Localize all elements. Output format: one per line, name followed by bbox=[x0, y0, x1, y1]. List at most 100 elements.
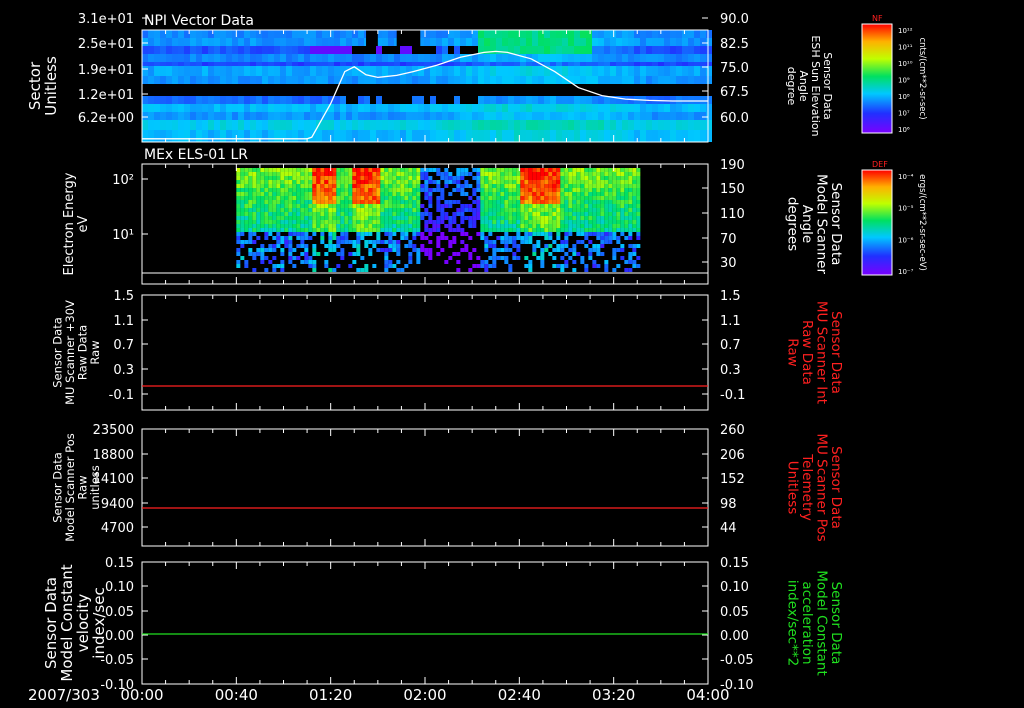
npi-heat-cell bbox=[202, 38, 208, 46]
npi-heat-cell bbox=[652, 38, 658, 46]
els-heat-cell bbox=[296, 200, 301, 204]
els-heat-cell bbox=[588, 168, 593, 172]
els-heat-cell bbox=[592, 192, 597, 196]
els-heat-cell bbox=[592, 204, 597, 208]
npi-heat-cell bbox=[646, 46, 652, 54]
npi-heat-cell bbox=[574, 62, 580, 66]
els-heat-cell bbox=[480, 180, 485, 184]
els-heat-cell bbox=[512, 236, 517, 240]
els-heat-cell bbox=[304, 224, 309, 228]
npi-heat-cell bbox=[256, 120, 262, 130]
els-heat-cell bbox=[544, 188, 549, 192]
npi-heat-cell bbox=[460, 112, 466, 120]
els-heat-cell bbox=[236, 168, 241, 172]
els-heat-cell bbox=[264, 192, 269, 196]
npi-heat-cell bbox=[652, 66, 658, 76]
els-heat-cell bbox=[268, 224, 273, 228]
els-heat-cell bbox=[596, 220, 601, 224]
npi-heat-cell bbox=[286, 38, 292, 46]
npi-heat-cell bbox=[208, 46, 214, 54]
els-heat-cell bbox=[636, 224, 641, 228]
npi-heat-cell bbox=[544, 62, 550, 66]
els-heat-cell bbox=[460, 192, 465, 196]
els-heat-cell bbox=[540, 232, 545, 236]
els-heat-cell bbox=[244, 180, 249, 184]
els-heat-cell bbox=[372, 188, 377, 192]
npi-heat-cell bbox=[448, 104, 454, 112]
npi-heat-cell bbox=[502, 66, 508, 76]
els-heat-cell bbox=[512, 204, 517, 208]
els-heat-cell bbox=[436, 252, 441, 256]
els-heat-cell bbox=[428, 168, 433, 172]
npi-heat-cell bbox=[514, 120, 520, 130]
els-heat-cell bbox=[508, 264, 513, 268]
npi-heat-cell bbox=[646, 30, 652, 38]
els-heat-cell bbox=[396, 200, 401, 204]
els-heat-cell bbox=[336, 192, 341, 196]
els-heat-cell bbox=[348, 264, 353, 268]
els-heat-cell bbox=[500, 180, 505, 184]
npi-heat-cell bbox=[322, 46, 328, 54]
els-heat-cell bbox=[596, 252, 601, 256]
els-heat-cell bbox=[304, 212, 309, 216]
els-heat-cell bbox=[568, 228, 573, 232]
els-heat-cell bbox=[344, 204, 349, 208]
els-heat-cell bbox=[536, 168, 541, 172]
npi-heat-cell bbox=[196, 62, 202, 66]
els-heat-cell bbox=[560, 208, 565, 212]
els-heat-cell bbox=[396, 180, 401, 184]
els-heat-cell bbox=[620, 180, 625, 184]
els-heat-cell bbox=[612, 188, 617, 192]
els-heat-cell bbox=[244, 188, 249, 192]
npi-heat-cell bbox=[160, 38, 166, 46]
els-heat-cell bbox=[528, 200, 533, 204]
els-heat-cell bbox=[496, 204, 501, 208]
npi-heat-cell bbox=[334, 130, 340, 142]
els-heat-cell bbox=[244, 264, 249, 268]
els-heat-cell bbox=[408, 184, 413, 188]
els-heat-cell bbox=[244, 208, 249, 212]
npi-heat-cell bbox=[616, 130, 622, 142]
npi-heat-cell bbox=[202, 62, 208, 66]
els-heat-cell bbox=[352, 188, 357, 192]
els-heat-cell bbox=[280, 196, 285, 200]
npi-heat-cell bbox=[364, 120, 370, 130]
els-heat-cell bbox=[312, 212, 317, 216]
npi-heat-cell bbox=[286, 130, 292, 142]
els-heat-cell bbox=[600, 176, 605, 180]
npi-heat-cell bbox=[196, 76, 202, 84]
els-heat-cell bbox=[424, 184, 429, 188]
els-heat-cell bbox=[568, 180, 573, 184]
els-heat-cell bbox=[260, 260, 265, 264]
els-heat-cell bbox=[384, 220, 389, 224]
els-heat-cell bbox=[384, 256, 389, 260]
els-heat-cell bbox=[556, 192, 561, 196]
els-heat-cell bbox=[532, 224, 537, 228]
els-heat-cell bbox=[532, 220, 537, 224]
els-heat-cell bbox=[280, 248, 285, 252]
npi-heat-cell bbox=[604, 66, 610, 76]
els-heat-cell bbox=[324, 184, 329, 188]
els-heat-cell bbox=[268, 204, 273, 208]
els-heat-cell bbox=[584, 184, 589, 188]
els-heat-cell bbox=[376, 200, 381, 204]
els-heat-cell bbox=[564, 168, 569, 172]
npi-heat-cell bbox=[496, 46, 502, 54]
els-heat-cell bbox=[408, 180, 413, 184]
els-heat-cell bbox=[348, 212, 353, 216]
npi-heat-cell bbox=[490, 76, 496, 84]
npi-heat-cell bbox=[388, 30, 394, 38]
els-heat-cell bbox=[540, 196, 545, 200]
npi-heat-cell bbox=[250, 30, 256, 38]
els-heat-cell bbox=[500, 176, 505, 180]
npi-heat-cell bbox=[196, 30, 202, 38]
els-heat-cell bbox=[628, 168, 633, 172]
els-heat-cell bbox=[588, 172, 593, 176]
npi-heat-cell bbox=[436, 54, 442, 62]
els-heat-cell bbox=[252, 252, 257, 256]
npi-heat-cell bbox=[202, 30, 208, 38]
els-heat-cell bbox=[412, 216, 417, 220]
els-heat-cell bbox=[624, 168, 629, 172]
els-heat-cell bbox=[300, 188, 305, 192]
npi-heat-cell bbox=[208, 104, 214, 112]
